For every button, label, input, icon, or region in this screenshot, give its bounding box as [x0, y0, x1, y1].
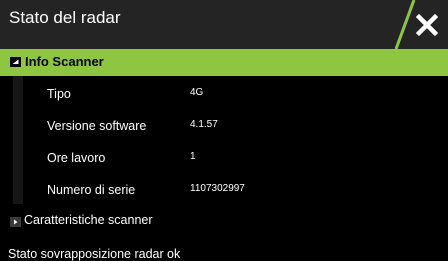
info-row-value: 4G: [190, 87, 204, 98]
tree-guide: [13, 172, 23, 204]
triangle-right-icon: [10, 217, 21, 227]
section-label: Caratteristiche scanner: [24, 213, 153, 227]
dialog-title: Stato del radar: [9, 8, 121, 27]
title-bar: Stato del radar: [0, 0, 448, 49]
info-row-value: 4.1.57: [190, 119, 218, 130]
tree-guide: [13, 108, 23, 144]
section-header-scanner-features[interactable]: Caratteristiche scanner: [0, 204, 448, 236]
radar-status-dialog: Stato del radar Info Scanner Tipo 4G Ver…: [0, 0, 448, 261]
info-row-label: Ore lavoro: [47, 151, 106, 165]
info-row-serial-number[interactable]: Numero di serie 1107302997: [0, 172, 448, 204]
tree-guide: [13, 76, 23, 112]
close-button[interactable]: [405, 0, 448, 49]
triangle-down-icon: [10, 57, 21, 67]
info-row-value: 1107302997: [190, 183, 245, 194]
close-icon: [415, 13, 438, 36]
info-row-value: 1: [190, 151, 196, 162]
tree-guide: [13, 140, 23, 176]
info-row-label: Tipo: [47, 87, 71, 101]
info-row-operating-hours[interactable]: Ore lavoro 1: [0, 140, 448, 176]
section-label: Info Scanner: [25, 54, 104, 69]
info-row-label: Versione software: [47, 119, 147, 133]
section-header-scanner-info[interactable]: Info Scanner: [0, 49, 448, 76]
info-row-type[interactable]: Tipo 4G: [0, 76, 448, 112]
info-row-software-version[interactable]: Versione software 4.1.57: [0, 108, 448, 144]
overlay-status-row[interactable]: Stato sovrapposizione radar ok: [0, 236, 448, 261]
info-row-label: Numero di serie: [47, 183, 136, 197]
